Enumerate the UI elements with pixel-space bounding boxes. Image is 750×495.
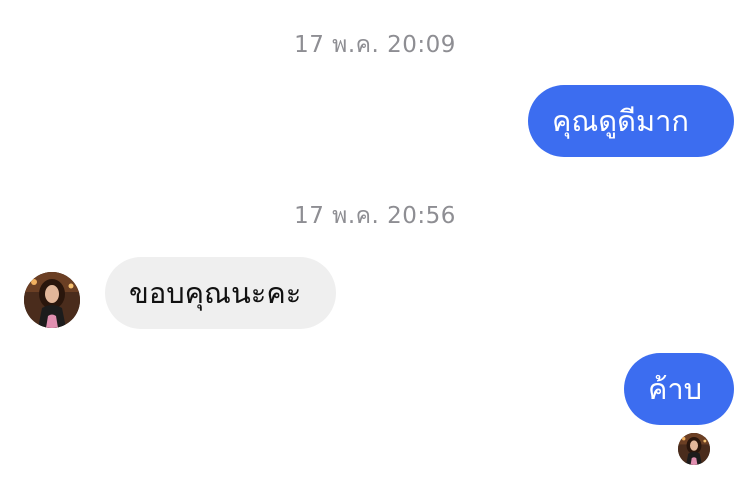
- timestamp: 17 พ.ค. 20:09: [294, 32, 456, 58]
- profile-avatar-icon: [678, 433, 710, 465]
- timestamp: 17 พ.ค. 20:56: [294, 203, 456, 229]
- incoming-message-bubble[interactable]: ขอบคุณนะคะ: [105, 257, 336, 329]
- read-receipt-avatar: [678, 433, 710, 465]
- outgoing-message-bubble[interactable]: คุณดูดีมาก: [528, 85, 734, 157]
- profile-avatar-icon: [24, 272, 80, 328]
- message-text: ค้าบ: [648, 372, 703, 406]
- chat-thread: 17 พ.ค. 20:09 คุณดูดีมาก 17 พ.ค. 20:56 ข…: [0, 0, 750, 495]
- message-text: คุณดูดีมาก: [552, 104, 689, 138]
- outgoing-message-bubble[interactable]: ค้าบ: [624, 353, 734, 425]
- sender-avatar[interactable]: [24, 272, 80, 328]
- message-text: ขอบคุณนะคะ: [129, 276, 302, 310]
